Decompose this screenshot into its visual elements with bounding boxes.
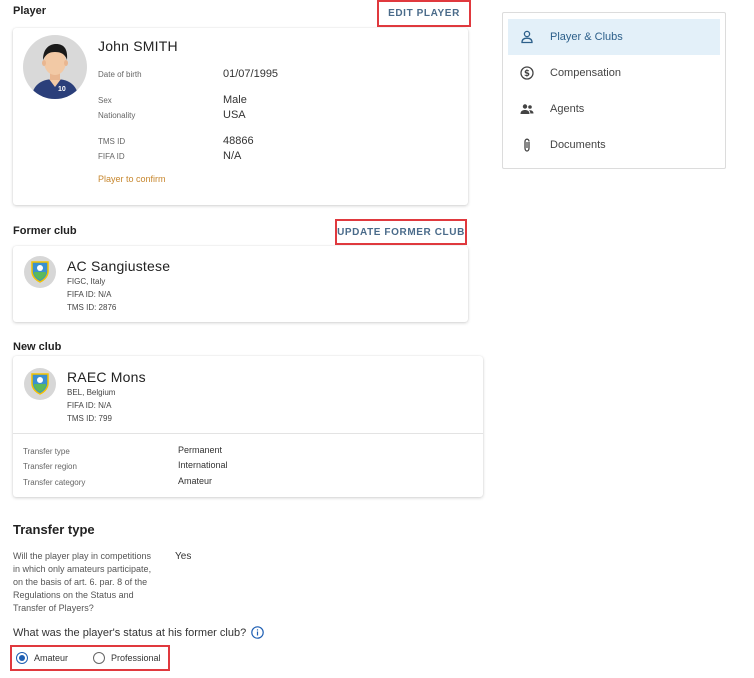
player-card: 10 John SMITH Date of birth 01/07/1995 S… <box>13 28 468 205</box>
info-icon[interactable] <box>251 626 264 644</box>
former-club-title: Former club <box>13 225 77 237</box>
question-line: Regulations on the Status and <box>13 590 134 600</box>
sex-value: Male <box>223 94 247 106</box>
question-line: in which only amateurs participate, <box>13 564 152 574</box>
transfer-type-heading: Transfer type <box>13 522 95 537</box>
new-club-card: RAEC Mons BEL, Belgium FIFA ID: N/A TMS … <box>13 356 483 497</box>
nationality-value: USA <box>223 109 246 121</box>
new-club-fifa-id: FIFA ID: N/A <box>67 401 112 410</box>
question-line: on the basis of art. 6. par. 8 of the <box>13 577 148 587</box>
transfer-type-value: Permanent <box>178 445 223 455</box>
club-crest-icon <box>24 368 56 400</box>
nav-item-label: Documents <box>550 139 606 151</box>
amateur-competition-answer: Yes <box>175 551 192 562</box>
jersey-number: 10 <box>58 86 66 93</box>
dollar-circle-icon: $ <box>520 66 534 80</box>
club-crest-icon <box>24 256 56 288</box>
people-icon <box>520 104 534 114</box>
nav-item-compensation[interactable]: $ Compensation <box>508 55 720 91</box>
player-name: John SMITH <box>98 38 178 54</box>
nationality-label: Nationality <box>98 111 136 120</box>
update-former-club-button[interactable]: UPDATE FORMER CLUB <box>335 219 467 245</box>
fifa-id-value: N/A <box>223 150 242 162</box>
amateur-radio-label: Amateur <box>34 653 69 663</box>
former-club-card: AC Sangiustese FIGC, Italy FIFA ID: N/A … <box>13 246 468 322</box>
amateur-competition-question: Will the player play in competitions in … <box>13 550 151 615</box>
player-confirm-status: Player to confirm <box>98 174 166 184</box>
former-status-radio-group: Amateur Professional <box>10 645 170 671</box>
new-club-tms-id: TMS ID: 799 <box>67 414 112 423</box>
new-club-title: New club <box>13 341 62 353</box>
fifa-id-label: FIFA ID <box>98 152 125 161</box>
question-line: Will the player play in competitions <box>13 551 152 561</box>
amateur-radio-option[interactable]: Amateur <box>16 652 68 664</box>
tms-id-value: 48866 <box>223 135 254 147</box>
paperclip-icon <box>524 138 530 152</box>
new-club-name: RAEC Mons <box>67 369 146 385</box>
question-line: Transfer of Players? <box>13 603 94 613</box>
transfer-region-value: International <box>178 460 228 470</box>
former-club-association: FIGC, Italy <box>67 277 106 286</box>
new-club-association: BEL, Belgium <box>67 388 116 397</box>
former-club-tms-id: TMS ID: 2876 <box>67 303 117 312</box>
person-icon <box>521 30 533 44</box>
dob-label: Date of birth <box>98 70 142 79</box>
transfer-category-value: Amateur <box>178 476 213 486</box>
side-nav: Player & Clubs $ Compensation Agents Doc… <box>502 12 726 169</box>
sex-label: Sex <box>98 96 112 105</box>
tms-id-label: TMS ID <box>98 137 126 146</box>
player-section-title: Player <box>13 5 47 17</box>
nav-item-label: Compensation <box>550 67 621 79</box>
dob-value: 01/07/1995 <box>223 68 279 80</box>
transfer-category-label: Transfer category <box>23 478 86 487</box>
former-club-name: AC Sangiustese <box>67 258 171 274</box>
radio-checked-icon[interactable] <box>16 652 28 664</box>
transfer-region-label: Transfer region <box>23 462 77 471</box>
nav-item-player-clubs[interactable]: Player & Clubs <box>508 19 720 55</box>
nav-item-agents[interactable]: Agents <box>508 91 720 127</box>
radio-unchecked-icon[interactable] <box>93 652 105 664</box>
card-divider <box>13 433 483 434</box>
nav-item-label: Agents <box>550 103 585 115</box>
svg-text:$: $ <box>524 69 530 79</box>
former-club-fifa-id: FIFA ID: N/A <box>67 290 112 299</box>
edit-player-button[interactable]: EDIT PLAYER <box>377 0 471 27</box>
transfer-type-label: Transfer type <box>23 447 70 456</box>
nav-item-label: Player & Clubs <box>550 31 623 43</box>
professional-radio-option[interactable]: Professional <box>93 652 161 664</box>
player-avatar: 10 <box>23 35 87 99</box>
nav-item-documents[interactable]: Documents <box>508 127 720 163</box>
former-status-question: What was the player's status at his form… <box>13 627 247 639</box>
professional-radio-label: Professional <box>111 653 161 663</box>
